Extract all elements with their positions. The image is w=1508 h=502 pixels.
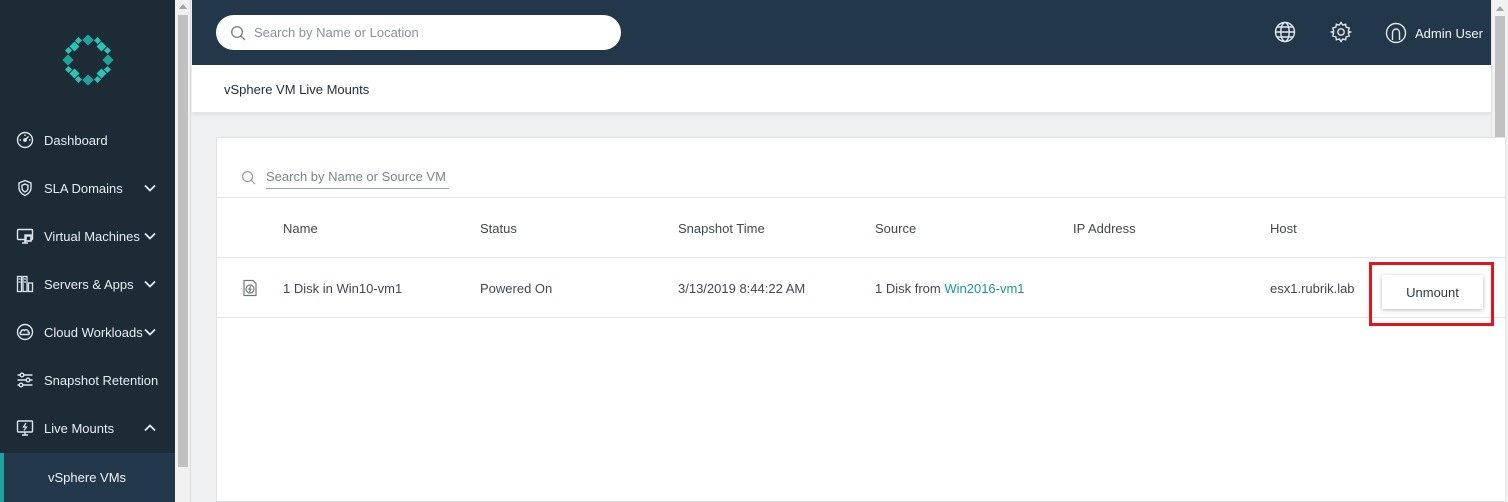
sidebar-item-label: Virtual Machines	[44, 228, 140, 244]
scroll-up-arrow-icon[interactable]	[1496, 6, 1504, 11]
sidebar-subitem-label: vSphere VMs	[48, 470, 127, 485]
column-header-ip-address[interactable]: IP Address	[1073, 221, 1136, 236]
page-title: vSphere VM Live Mounts	[224, 82, 370, 97]
shield-icon	[16, 179, 34, 197]
live-mount-icon	[16, 419, 34, 437]
user-menu[interactable]: Admin User	[1385, 20, 1500, 46]
table-search[interactable]	[241, 165, 449, 189]
sidebar-item-label: SLA Domains	[44, 180, 123, 196]
live-mounts-card: Name Status Snapshot Time Source IP Addr…	[216, 137, 1506, 502]
column-header-status[interactable]: Status	[480, 221, 517, 236]
cell-status: Powered On	[480, 281, 553, 296]
chevron-down-icon[interactable]	[143, 325, 157, 339]
sliders-icon	[16, 371, 34, 389]
gear-icon[interactable]	[1329, 20, 1353, 44]
scrollbar-thumb[interactable]	[178, 15, 188, 467]
cell-snapshot-time: 3/13/2019 8:44:22 AM	[678, 281, 806, 296]
globe-icon[interactable]	[1273, 20, 1297, 44]
sidebar-item-label: Snapshot Retention	[44, 372, 159, 388]
sidebar-item-servers-apps[interactable]: Servers & Apps	[0, 260, 175, 308]
user-avatar-icon	[1385, 22, 1407, 44]
cell-name: 1 Disk in Win10-vm1	[283, 281, 403, 296]
search-icon	[230, 25, 246, 40]
source-prefix: 1 Disk from	[875, 281, 945, 296]
search-icon	[241, 170, 256, 185]
cell-source: 1 Disk from Win2016-vm1	[875, 281, 1025, 296]
sidebar-subitem-vsphere-vms[interactable]: vSphere VMs	[0, 453, 175, 502]
sidebar-item-sla-domains[interactable]: SLA Domains	[0, 164, 175, 212]
cell-host: esx1.rubrik.lab	[1270, 281, 1355, 296]
sidebar-item-label: Servers & Apps	[44, 276, 134, 292]
sidebar-item-virtual-machines[interactable]: Virtual Machines	[0, 212, 175, 260]
sidebar-item-snapshot-retention[interactable]: Snapshot Retention	[0, 356, 175, 404]
sidebar-scrollbar[interactable]	[175, 0, 191, 502]
monitor-icon	[16, 227, 34, 245]
scroll-up-arrow-icon[interactable]	[179, 4, 187, 9]
global-search-input[interactable]	[254, 25, 594, 40]
user-name: Admin User	[1415, 25, 1483, 41]
sidebar-item-dashboard[interactable]: Dashboard	[0, 116, 175, 164]
sidebar-item-cloud-workloads[interactable]: Cloud Workloads	[0, 308, 175, 356]
highlight-box	[1369, 262, 1494, 326]
column-header-snapshot-time[interactable]: Snapshot Time	[678, 221, 765, 236]
sidebar-item-label: Cloud Workloads	[44, 324, 143, 340]
chevron-down-icon[interactable]	[143, 181, 157, 195]
column-header-name[interactable]: Name	[283, 221, 318, 236]
column-header-source[interactable]: Source	[875, 221, 916, 236]
gauge-icon	[16, 131, 34, 149]
top-bar: Admin User	[192, 0, 1508, 65]
table-header: Name Status Snapshot Time Source IP Addr…	[217, 198, 1505, 258]
live-mount-disk-icon	[243, 279, 257, 297]
column-header-host[interactable]: Host	[1270, 221, 1297, 236]
sidebar: Dashboard SLA Domains Virtual Machines S…	[0, 0, 175, 502]
source-vm-link[interactable]: Win2016-vm1	[944, 281, 1024, 296]
sidebar-item-label: Live Mounts	[44, 420, 115, 436]
sidebar-item-label: Dashboard	[44, 132, 108, 148]
chevron-down-icon[interactable]	[143, 229, 157, 243]
page-header: vSphere VM Live Mounts	[192, 65, 1491, 113]
grid-icon	[16, 275, 34, 293]
chevron-up-icon[interactable]	[143, 421, 157, 435]
table-search-input[interactable]	[266, 165, 449, 189]
sidebar-item-live-mounts[interactable]: Live Mounts	[0, 404, 175, 452]
table-row[interactable]: 1 Disk in Win10-vm1 Powered On 3/13/2019…	[217, 258, 1505, 318]
global-search[interactable]	[216, 15, 621, 50]
chevron-down-icon[interactable]	[143, 277, 157, 291]
rubrik-logo[interactable]	[62, 34, 114, 86]
cloud-icon	[16, 323, 34, 341]
